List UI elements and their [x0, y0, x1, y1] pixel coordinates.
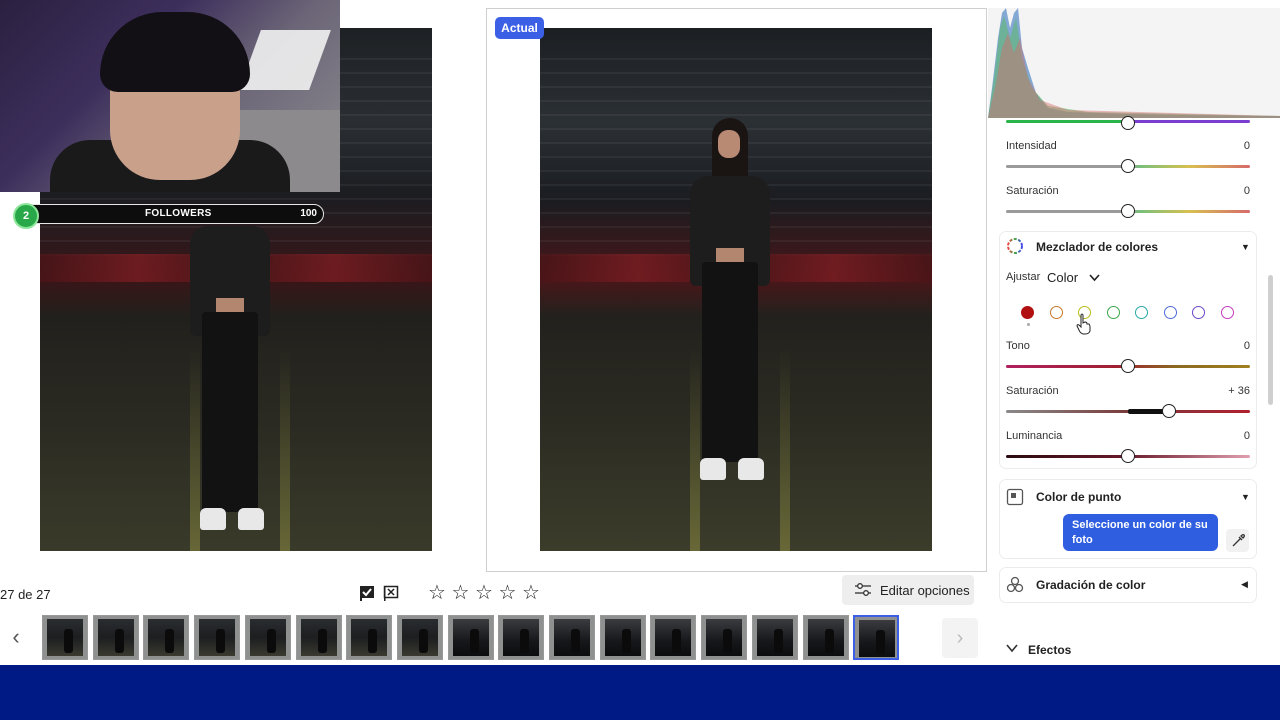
color-swatch[interactable] [1021, 306, 1034, 319]
flag-reject-icon[interactable] [382, 584, 400, 602]
adjust-label: Ajustar [1006, 271, 1041, 283]
filmstrip-thumbnail[interactable] [498, 615, 545, 660]
effects-title[interactable]: Efectos [1028, 643, 1071, 657]
followers-number: 2 [13, 203, 39, 229]
color-grading-icon [1006, 576, 1024, 593]
color-swatch[interactable] [1220, 306, 1234, 319]
chevron-down-icon[interactable] [1006, 644, 1018, 653]
hue-knob[interactable] [1121, 359, 1135, 373]
mixer-saturation-value: + 36 [1228, 385, 1250, 397]
followers-label: FOLLOWERS [145, 208, 212, 219]
star-rating-icon[interactable]: ☆ [452, 583, 472, 603]
webcam-overlay [0, 0, 340, 192]
selected-color-indicator [1027, 323, 1030, 326]
filmstrip-thumbnail[interactable] [194, 615, 241, 660]
caret-left-icon[interactable]: ◀ [1241, 579, 1248, 590]
filmstrip-thumbnail[interactable] [701, 615, 748, 660]
intensity-value: 0 [1243, 140, 1250, 152]
color-mixer-title[interactable]: Mezclador de colores [1036, 240, 1158, 254]
flag-pick-icon[interactable] [358, 584, 376, 602]
hue-label: Tono [1006, 340, 1030, 352]
chevron-down-icon[interactable] [1089, 274, 1100, 282]
intensity-label: Intensidad [1006, 140, 1057, 152]
luminance-knob[interactable] [1121, 449, 1135, 463]
color-swatch[interactable] [1135, 306, 1148, 319]
color-swatch[interactable] [1163, 306, 1177, 319]
bottom-bar [0, 665, 1280, 720]
mixer-saturation-knob[interactable] [1162, 404, 1176, 418]
temp-knob[interactable] [1121, 116, 1135, 130]
filmstrip-thumbnail[interactable] [396, 615, 443, 660]
saturation-value: 0 [1243, 185, 1250, 197]
point-color-icon [1006, 488, 1024, 506]
filmstrip-thumbnail[interactable] [295, 615, 342, 660]
followers-bar: 2 FOLLOWERS 100 [13, 203, 324, 229]
color-swatch[interactable] [1192, 306, 1205, 319]
current-badge: Actual [495, 17, 544, 39]
current-photo [540, 28, 932, 551]
edit-options-button[interactable]: Editar opciones [842, 575, 974, 605]
mixer-saturation-label: Saturación [1006, 385, 1059, 397]
photo-counter: 27 de 27 [0, 587, 51, 602]
star-rating-icon[interactable]: ☆ [475, 583, 495, 603]
adjust-select[interactable]: Color [1047, 270, 1078, 285]
filmstrip-thumbnail[interactable] [802, 615, 849, 660]
star-rating-icon[interactable]: ☆ [499, 583, 519, 603]
intensity-knob[interactable] [1121, 159, 1135, 173]
point-color-title[interactable]: Color de punto [1036, 490, 1121, 504]
luminance-value: 0 [1243, 430, 1250, 442]
luminance-label: Luminancia [1006, 430, 1063, 442]
color-grading-title[interactable]: Gradación de color [1036, 578, 1145, 592]
color-mixer-icon [1007, 238, 1023, 254]
filmstrip-thumbnail[interactable] [42, 615, 88, 660]
star-rating-icon[interactable]: ☆ [428, 583, 448, 603]
saturation-knob[interactable] [1121, 204, 1135, 218]
filmstrip-thumbnail[interactable] [549, 615, 595, 660]
filmstrip-thumbnail[interactable] [143, 615, 190, 660]
filmstrip-thumbnail[interactable] [853, 615, 900, 660]
color-swatch[interactable] [1049, 306, 1063, 319]
filmstrip-thumbnail[interactable] [447, 615, 494, 660]
filmstrip-thumbnail[interactable] [92, 615, 139, 660]
saturation-label: Saturación [1006, 185, 1059, 197]
caret-down-icon[interactable]: ▼ [1241, 492, 1250, 502]
hue-value: 0 [1243, 340, 1250, 352]
filmstrip-thumbnail[interactable] [599, 615, 646, 660]
chevron-left-icon[interactable]: ‹ [4, 626, 28, 650]
chevron-right-icon[interactable]: › [942, 618, 978, 658]
filmstrip-thumbnail[interactable] [346, 615, 393, 660]
caret-down-icon[interactable]: ▼ [1241, 242, 1250, 252]
filmstrip-thumbnail[interactable] [244, 615, 291, 660]
color-swatch[interactable] [1106, 306, 1120, 319]
filmstrip-thumbnail[interactable] [751, 615, 798, 660]
panel-scrollbar[interactable] [1268, 275, 1273, 405]
followers-count: 100 [300, 208, 317, 219]
histogram [988, 8, 1280, 118]
eyedropper-icon[interactable] [1226, 529, 1249, 552]
point-color-tooltip: Seleccione un color de su foto [1063, 514, 1218, 551]
sliders-icon [855, 583, 871, 596]
star-rating-icon[interactable]: ☆ [522, 583, 542, 603]
hand-cursor-icon [1076, 313, 1091, 335]
edit-options-label: Editar opciones [880, 582, 970, 598]
filmstrip-thumbnail[interactable] [650, 615, 697, 660]
